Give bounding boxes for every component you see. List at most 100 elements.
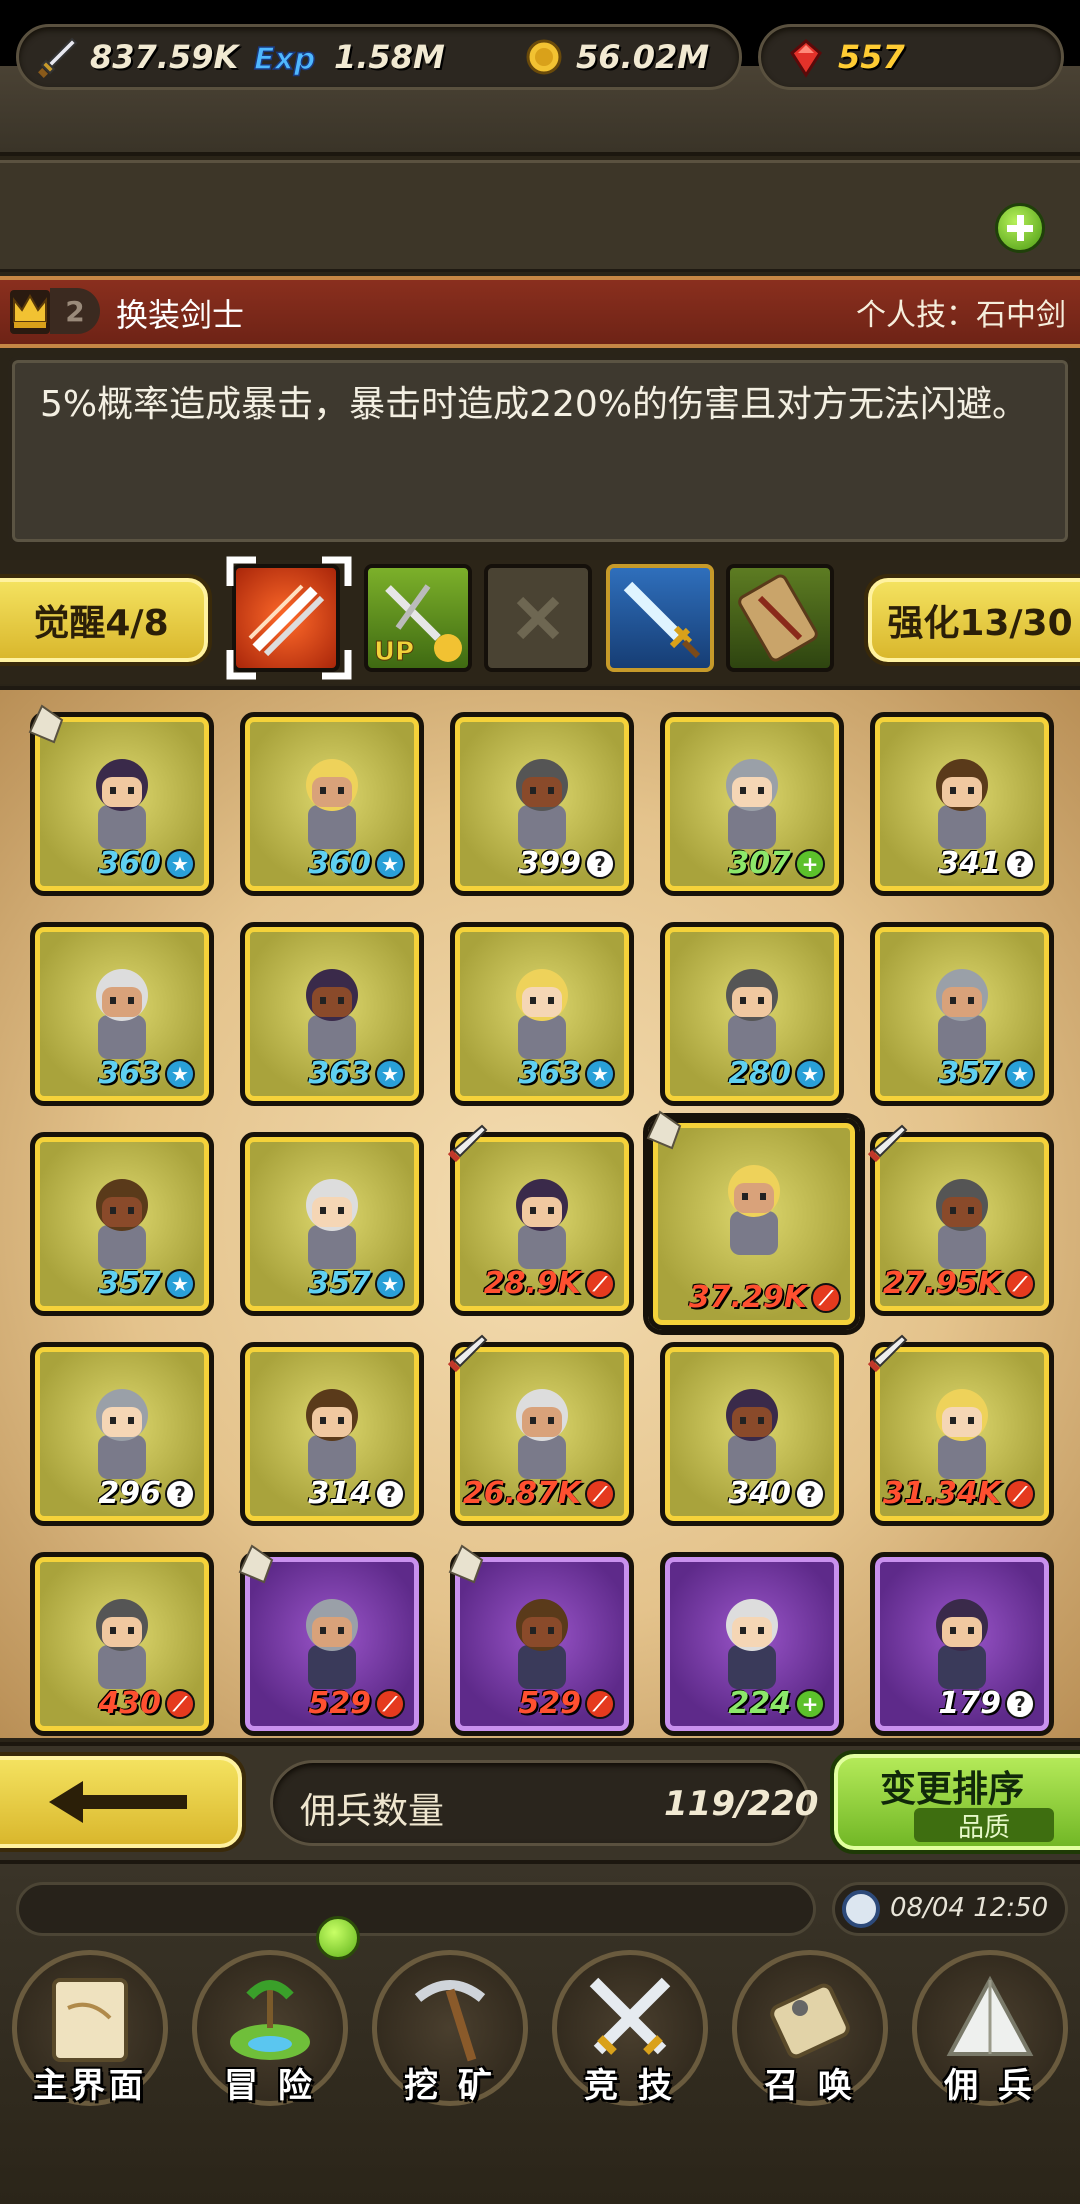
mercenary-card[interactable]: 360 ★: [240, 712, 424, 896]
mercenary-card[interactable]: 357 ★: [240, 1132, 424, 1316]
nav-item[interactable]: 冒 险: [190, 1950, 350, 2150]
mercenary-card[interactable]: 224 +: [660, 1552, 844, 1736]
mercenary-card[interactable]: 363 ★: [450, 922, 634, 1106]
mercenary-sprite: [516, 1599, 568, 1689]
mercenary-level: 27.95K ⟋: [883, 1266, 1035, 1301]
mercenary-card[interactable]: 314?: [240, 1342, 424, 1526]
level-value: 360: [98, 846, 161, 881]
mercenary-sprite: [936, 1389, 988, 1479]
level-value: 529: [308, 1686, 371, 1721]
question-icon: ?: [375, 1478, 405, 1509]
level-value: 224: [728, 1686, 791, 1721]
sword-badge-icon: ⟋: [375, 1688, 405, 1719]
sword-badge-icon: ⟋: [811, 1282, 841, 1313]
nav-item[interactable]: 召 唤: [730, 1950, 890, 2150]
nav-item-label: 召 唤: [764, 2066, 856, 2106]
star-icon: ★: [585, 1058, 615, 1089]
mercenary-count-label: 佣兵数量: [300, 1791, 445, 1832]
tab-empty-slot[interactable]: [484, 564, 592, 672]
star-icon: ★: [165, 1058, 195, 1089]
mercenary-card[interactable]: 363 ★: [240, 922, 424, 1106]
nav-item-label: 主界面: [33, 2066, 147, 2106]
mercenary-sprite: [936, 1179, 988, 1269]
mercenary-card[interactable]: 296?: [30, 1342, 214, 1526]
tab-scroll[interactable]: [726, 564, 834, 672]
upgrade-icon: UP: [374, 584, 462, 668]
sword-icon: [38, 37, 78, 78]
equipped-sword-icon: [447, 1124, 488, 1163]
mercenary-level: 430 ⟋: [98, 1686, 195, 1721]
nav-item[interactable]: 主界面: [10, 1950, 170, 2150]
mercenary-sprite: [306, 1179, 358, 1269]
attack-value: 837.59K: [90, 38, 239, 76]
mercenary-card[interactable]: 280 ★: [660, 922, 844, 1106]
close-icon: [516, 596, 560, 640]
mercenary-sprite: [96, 1179, 148, 1269]
awaken-button[interactable]: 觉醒4/8: [0, 574, 212, 666]
mercenary-sprite: [726, 1599, 778, 1689]
equipped-sword-icon: [867, 1334, 908, 1373]
level-value: 357: [98, 1266, 161, 1301]
clock-icon: [842, 1890, 880, 1928]
level-value: 363: [98, 1056, 161, 1091]
mercenary-sprite: [936, 759, 988, 849]
mercenary-card[interactable]: 307 +: [660, 712, 844, 896]
stone-marker-icon: [28, 704, 64, 744]
star-icon: ★: [375, 848, 405, 879]
mercenary-sprite: [96, 1389, 148, 1479]
nav-item[interactable]: 挖 矿: [370, 1950, 530, 2150]
mercenary-card[interactable]: 179?: [870, 1552, 1054, 1736]
mercenary-level: 26.87K ⟋: [463, 1476, 615, 1511]
level-value: 340: [728, 1476, 791, 1511]
stone-marker-icon: [238, 1544, 274, 1584]
level-value: 296: [98, 1476, 161, 1511]
mercenary-level: 296?: [98, 1476, 195, 1511]
tab-upgrade[interactable]: UP: [364, 564, 472, 672]
nav-item[interactable]: 佣 兵: [910, 1950, 1070, 2150]
nav-item[interactable]: 竞 技: [550, 1950, 710, 2150]
gold-resource: 56.02M: [522, 30, 709, 84]
enhance-button[interactable]: 强化13/30: [864, 574, 1080, 666]
mercenary-sprite: [936, 969, 988, 1059]
mercenary-level: 37.29K ⟋: [689, 1280, 841, 1315]
mercenary-card[interactable]: 363 ★: [30, 922, 214, 1106]
stone-marker-icon: [448, 1544, 484, 1584]
mercenary-sprite: [726, 1389, 778, 1479]
star-icon: ★: [1005, 1058, 1035, 1089]
level-value: 28.9K: [483, 1266, 581, 1301]
mercenary-card[interactable]: 341?: [870, 712, 1054, 896]
pickaxe-icon: [414, 1980, 486, 2062]
tab-weapon[interactable]: [606, 564, 714, 672]
mercenary-card[interactable]: 430 ⟋: [30, 1552, 214, 1736]
mercenary-level: 357 ★: [98, 1266, 195, 1301]
add-gems-button[interactable]: [995, 203, 1045, 253]
back-button[interactable]: [0, 1752, 246, 1852]
ruby-icon: [790, 39, 822, 78]
mercenary-sprite: [96, 759, 148, 849]
attack-resource: 837.59K: [36, 30, 238, 84]
hero-skill: 个人技：石中剑: [856, 298, 1066, 333]
mercenary-card[interactable]: 357 ★: [870, 922, 1054, 1106]
blade-icon: [623, 581, 701, 659]
mercenary-card[interactable]: 340?: [660, 1342, 844, 1526]
nav-item-label: 佣 兵: [944, 2066, 1036, 2106]
level-value: 280: [728, 1056, 791, 1091]
summon-scroll-icon: [770, 1983, 850, 2059]
sword-badge-icon: ⟋: [1005, 1268, 1035, 1299]
mercenary-level: 357 ★: [308, 1266, 405, 1301]
scroll-icon: [738, 574, 818, 662]
mercenary-level: 357 ★: [938, 1056, 1035, 1091]
mercenary-sprite: [726, 759, 778, 849]
sort-mode: 品质: [914, 1808, 1054, 1843]
hero-rank: 2: [50, 288, 100, 334]
clock-time: 08/04 12:50: [890, 1893, 1049, 1923]
gold-coin-icon: [526, 39, 562, 75]
mercenary-sprite: [306, 969, 358, 1059]
mercenary-level: 340?: [728, 1476, 825, 1511]
level-value: 529: [518, 1686, 581, 1721]
svg-text:Exp: Exp: [254, 42, 315, 77]
sword-badge-icon: ⟋: [165, 1688, 195, 1719]
mercenary-card[interactable]: 399?: [450, 712, 634, 896]
stone-marker-icon: [646, 1110, 682, 1150]
mercenary-card[interactable]: 357 ★: [30, 1132, 214, 1316]
